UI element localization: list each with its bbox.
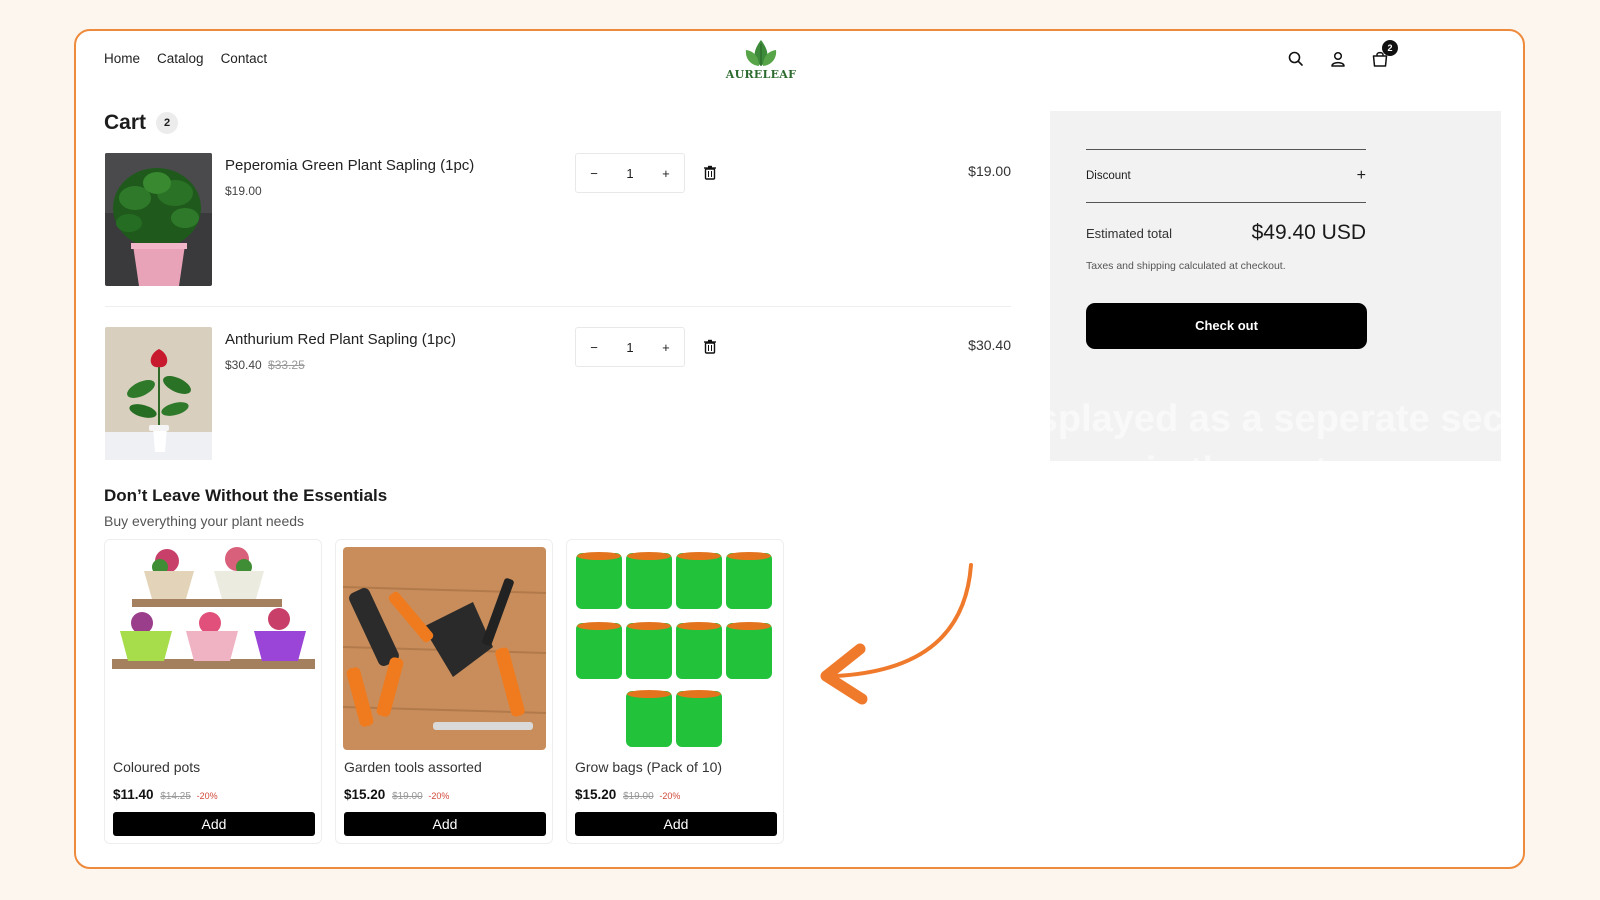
nav-catalog[interactable]: Catalog [157,51,204,66]
estimated-total-label: Estimated total [1086,225,1172,241]
increase-qty-button[interactable]: + [662,166,670,181]
product-discount-badge: -20% [196,791,218,801]
cart-item-price: $30.40 $33.25 [225,358,305,372]
product-card: Grow bags (Pack of 10) $15.20 $19.00 -20… [566,539,784,844]
search-icon[interactable] [1286,49,1306,69]
trash-icon[interactable] [703,165,717,185]
discount-toggle[interactable]: Discount + [1086,167,1366,185]
quantity-stepper: − 1 + [575,153,685,193]
product-compare-price: $14.25 [160,791,191,802]
nav-contact[interactable]: Contact [221,51,268,66]
product-image-coloured-pots[interactable] [112,547,315,750]
header-actions: 2 [1286,40,1398,69]
upsell-subtitle: Buy everything your plant needs [104,513,305,529]
product-sale-price: $15.20 [344,787,386,802]
quantity-stepper: − 1 + [575,327,685,367]
cart-item-unit-price: $19.00 [225,184,262,198]
annotation-arrow-icon [820,563,973,705]
cart-icon[interactable]: 2 [1370,40,1398,69]
product-name[interactable]: Garden tools assorted [344,759,482,775]
product-price: $15.20 $19.00 -20% [344,787,449,802]
add-to-cart-button[interactable]: Add [113,812,315,836]
cart-item-total: $19.00 [968,163,1011,179]
cart-item-compare-price: $33.25 [268,358,305,372]
main-nav: Home Catalog Contact [104,51,267,66]
decrease-qty-button[interactable]: − [590,166,598,181]
annotation-caption: Displayed as a seperate section in the c… [976,393,1525,497]
trash-icon[interactable] [703,339,717,359]
quantity-value[interactable]: 1 [626,340,633,355]
user-icon[interactable] [1328,49,1348,69]
tax-note: Taxes and shipping calculated at checkou… [1086,260,1286,272]
cart-item-name[interactable]: Peperomia Green Plant Sapling (1pc) [225,157,474,174]
cart-item-name[interactable]: Anthurium Red Plant Sapling (1pc) [225,331,456,348]
product-sale-price: $15.20 [575,787,617,802]
add-to-cart-button[interactable]: Add [575,812,777,836]
annotation-line-2: in the cart page [1145,450,1427,492]
product-sale-price: $11.40 [113,787,154,802]
decrease-qty-button[interactable]: − [590,340,598,355]
increase-qty-button[interactable]: + [662,340,670,355]
product-discount-badge: -20% [428,791,450,801]
summary-divider [1086,202,1366,203]
product-image-anthurium[interactable] [105,327,212,460]
estimated-total-row: Estimated total $49.40 USD [1086,221,1366,245]
product-discount-badge: -20% [659,791,681,801]
upsell-title: Don’t Leave Without the Essentials [104,486,388,505]
estimated-total-value: $49.40 USD [1251,221,1366,244]
nav-home[interactable]: Home [104,51,140,66]
product-image-garden-tools[interactable] [343,547,546,750]
product-name[interactable]: Grow bags (Pack of 10) [575,759,722,775]
product-compare-price: $19.00 [392,791,423,802]
brand-name: AURELEAF [725,68,797,81]
storefront-frame: Home Catalog Contact AURELEAF 2 Cart 2 P… [74,29,1525,869]
quantity-value[interactable]: 1 [626,166,633,181]
product-card: Garden tools assorted $15.20 $19.00 -20%… [335,539,553,844]
cart-count-badge: 2 [1382,40,1398,56]
product-name[interactable]: Coloured pots [113,759,200,775]
plus-icon[interactable]: + [1357,167,1366,185]
page-title: Cart [104,111,147,134]
add-to-cart-button[interactable]: Add [344,812,546,836]
checkout-button[interactable]: Check out [1086,303,1367,349]
product-compare-price: $19.00 [623,791,654,802]
cart-item-price: $19.00 [225,184,262,198]
product-card: Coloured pots $11.40 $14.25 -20% Add [104,539,322,844]
discount-label: Discount [1086,170,1131,182]
product-price: $11.40 $14.25 -20% [113,787,218,802]
cart-heading: Cart 2 [104,111,179,135]
cart-item-total: $30.40 [968,337,1011,353]
annotation-line-1: Displayed as a seperate section [998,398,1525,440]
product-price: $15.20 $19.00 -20% [575,787,680,802]
summary-divider [1086,149,1366,150]
product-image-grow-bags[interactable] [574,547,777,750]
product-image-peperomia[interactable] [105,153,212,286]
leaf-logo-icon [745,40,777,66]
cart-item-divider [105,306,1011,307]
cart-item-count: 2 [156,112,179,134]
cart-item-unit-price: $30.40 [225,358,262,372]
brand-logo[interactable]: AURELEAF [716,39,806,81]
